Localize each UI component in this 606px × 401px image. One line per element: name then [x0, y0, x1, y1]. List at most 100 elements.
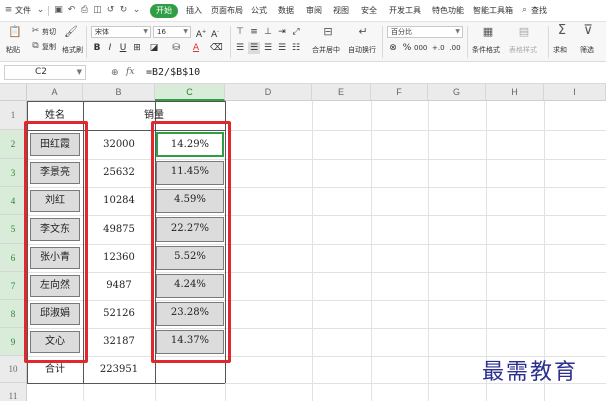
- italic-icon[interactable]: I: [104, 42, 116, 54]
- cut-button[interactable]: 剪切: [42, 27, 56, 37]
- increase-decimal-icon[interactable]: +.0: [432, 42, 445, 54]
- table-style-icon[interactable]: ▤: [518, 26, 530, 38]
- more-icon[interactable]: ⌄: [132, 6, 141, 15]
- font-shrink-icon[interactable]: A-: [209, 26, 221, 40]
- cut-icon[interactable]: ✂: [31, 25, 40, 37]
- justify-icon[interactable]: ☰: [276, 42, 288, 54]
- align-center-icon[interactable]: ☰: [248, 42, 260, 54]
- conditional-format-icon[interactable]: ▦: [482, 26, 494, 38]
- font-grow-icon[interactable]: A+: [195, 26, 207, 40]
- tab-insert[interactable]: 插入: [186, 5, 202, 16]
- formula-input[interactable]: =B2/$B$10: [146, 67, 200, 78]
- sales-cell[interactable]: 25632: [83, 159, 155, 187]
- column-header-f[interactable]: F: [371, 84, 428, 101]
- wrap-text-button[interactable]: 自动换行: [348, 45, 376, 55]
- currency-icon[interactable]: ⊗: [387, 42, 399, 54]
- search-label[interactable]: 查找: [531, 5, 547, 16]
- format-painter-button[interactable]: 格式刷: [62, 45, 83, 55]
- zoom-search-icon[interactable]: ⊕: [111, 68, 119, 78]
- thousands-icon[interactable]: 000: [414, 42, 427, 54]
- font-color-icon[interactable]: A: [190, 42, 202, 54]
- format-painter-icon[interactable]: 🖌: [64, 26, 78, 38]
- fill-bucket-icon[interactable]: ⛁: [170, 42, 182, 54]
- conditional-format-button[interactable]: 条件格式: [472, 45, 500, 55]
- column-header-g[interactable]: G: [428, 84, 486, 101]
- chevron-down-icon[interactable]: ⌄: [36, 6, 45, 15]
- print-icon[interactable]: ⎙: [80, 6, 89, 15]
- tab-review[interactable]: 审阅: [306, 5, 322, 16]
- font-size-select[interactable]: 16 ▼: [153, 26, 191, 38]
- column-header-c[interactable]: C: [155, 84, 225, 101]
- save-icon[interactable]: ▣: [54, 6, 63, 15]
- merge-center-button[interactable]: 合并居中: [312, 45, 340, 55]
- orientation-icon[interactable]: ⤢: [290, 26, 302, 38]
- row-header-11[interactable]: 11: [0, 383, 27, 401]
- percent-icon[interactable]: %: [401, 42, 413, 54]
- row-header-6[interactable]: 6: [0, 244, 27, 272]
- redo-icon[interactable]: ↻: [119, 6, 128, 15]
- wrap-text-icon[interactable]: ↵: [357, 26, 369, 38]
- fill-color-icon[interactable]: ◪: [148, 42, 160, 54]
- tab-formulas[interactable]: 公式: [251, 5, 267, 16]
- row-header-5[interactable]: 5: [0, 215, 27, 244]
- clear-format-icon[interactable]: ⌫: [210, 42, 223, 54]
- copy-button[interactable]: 复制: [42, 42, 56, 52]
- tab-smart-toolbox[interactable]: 智能工具箱: [473, 5, 513, 16]
- paste-button[interactable]: 粘贴: [6, 45, 20, 55]
- decrease-decimal-icon[interactable]: .00: [449, 42, 461, 54]
- sales-cell[interactable]: 32187: [83, 328, 155, 356]
- copy-icon[interactable]: ⧉: [31, 40, 40, 52]
- row-header-2[interactable]: 2: [0, 130, 27, 159]
- row-header-9[interactable]: 9: [0, 328, 27, 356]
- row-header-3[interactable]: 3: [0, 159, 27, 187]
- undo-icon[interactable]: ↺: [106, 6, 115, 15]
- row-header-1[interactable]: 1: [0, 101, 27, 130]
- menu-file[interactable]: 文件: [15, 5, 31, 16]
- tab-view[interactable]: 视图: [333, 5, 349, 16]
- tab-security[interactable]: 安全: [361, 5, 377, 16]
- function-icon[interactable]: fx: [126, 67, 134, 77]
- sum-button[interactable]: 求和: [553, 45, 567, 55]
- row-header-7[interactable]: 7: [0, 272, 27, 300]
- row-header-4[interactable]: 4: [0, 187, 27, 215]
- align-right-icon[interactable]: ☰: [262, 42, 274, 54]
- number-format-select[interactable]: 百分比 ▼: [387, 26, 463, 38]
- underline-icon[interactable]: U: [117, 42, 129, 54]
- row-header-8[interactable]: 8: [0, 300, 27, 328]
- distributed-icon[interactable]: ☷: [290, 42, 302, 54]
- tab-data[interactable]: 数据: [278, 5, 294, 16]
- align-middle-icon[interactable]: ≡: [248, 26, 260, 38]
- hamburger-icon[interactable]: ≡: [4, 6, 13, 15]
- filter-icon[interactable]: ⊽: [582, 24, 594, 37]
- align-top-icon[interactable]: ⊤: [234, 26, 246, 38]
- sales-cell[interactable]: 52126: [83, 300, 155, 328]
- column-header-d[interactable]: D: [225, 84, 312, 101]
- column-header-i[interactable]: I: [544, 84, 606, 101]
- print-preview-icon[interactable]: ◫: [93, 6, 102, 15]
- align-bottom-icon[interactable]: ⊥: [262, 26, 274, 38]
- search-icon[interactable]: ⌕: [520, 6, 529, 15]
- undo-history-icon[interactable]: ↶: [67, 6, 76, 15]
- tab-page-layout[interactable]: 页面布局: [211, 5, 243, 16]
- tab-start[interactable]: 开始: [150, 4, 178, 18]
- sales-cell[interactable]: 49875: [83, 215, 155, 244]
- tab-developer[interactable]: 开发工具: [389, 5, 421, 16]
- column-header-b[interactable]: B: [83, 84, 155, 101]
- select-all-corner[interactable]: [0, 84, 27, 101]
- align-left-icon[interactable]: ☰: [234, 42, 246, 54]
- total-value-cell[interactable]: 223951: [83, 356, 155, 383]
- font-name-select[interactable]: 宋体 ▼: [91, 26, 151, 38]
- table-style-button[interactable]: 表格样式: [509, 45, 537, 55]
- column-header-e[interactable]: E: [312, 84, 371, 101]
- column-header-a[interactable]: A: [27, 84, 83, 101]
- paste-icon[interactable]: 📋: [8, 26, 22, 38]
- bold-icon[interactable]: B: [91, 42, 103, 54]
- indent-icon[interactable]: ⇥: [276, 26, 288, 38]
- tab-special-features[interactable]: 特色功能: [432, 5, 464, 16]
- merge-center-icon[interactable]: ⊟: [322, 26, 334, 38]
- name-box[interactable]: C2 ▼: [4, 65, 86, 80]
- sales-cell[interactable]: 9487: [83, 272, 155, 300]
- sales-cell[interactable]: 10284: [83, 187, 155, 215]
- sales-cell[interactable]: 32000: [83, 130, 155, 159]
- sum-icon[interactable]: Σ: [556, 24, 568, 37]
